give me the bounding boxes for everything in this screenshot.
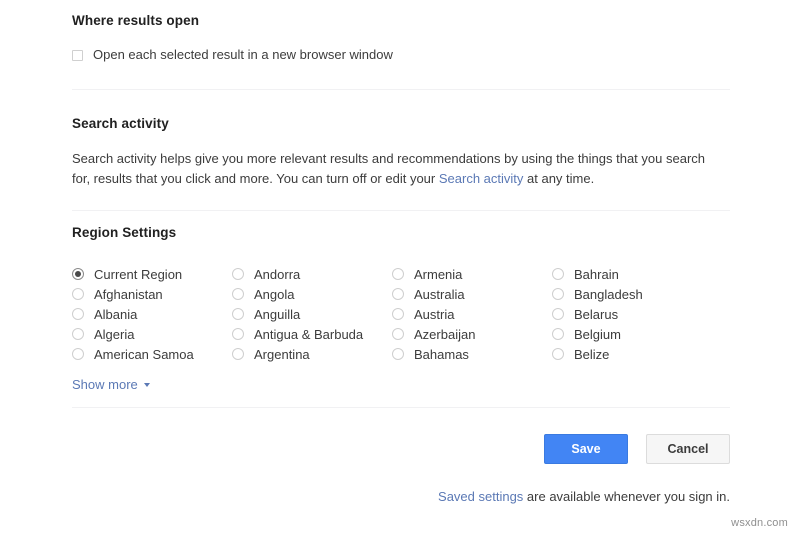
region-option-row[interactable]: Armenia (392, 264, 552, 284)
region-option-label: Bahamas (414, 347, 469, 362)
region-column-2: Andorra Angola Anguilla Antigua & Barbud… (232, 264, 392, 364)
region-option-label: Angola (254, 287, 294, 302)
region-option-label: Azerbaijan (414, 327, 475, 342)
saved-settings-link[interactable]: Saved settings (438, 489, 523, 504)
region-column-3: Armenia Australia Austria Azerbaijan Bah… (392, 264, 552, 364)
show-more-label: Show more (72, 377, 138, 392)
region-column-1: Current Region Afghanistan Albania Alger… (72, 264, 232, 364)
region-radio[interactable] (72, 308, 84, 320)
region-radio[interactable] (72, 288, 84, 300)
region-radio[interactable] (392, 288, 404, 300)
cancel-button[interactable]: Cancel (646, 434, 730, 464)
section-title-region-settings: Region Settings (72, 225, 730, 240)
region-radio[interactable] (552, 268, 564, 280)
region-option-label: Belize (574, 347, 609, 362)
region-option-row[interactable]: Afghanistan (72, 284, 232, 304)
region-option-row[interactable]: American Samoa (72, 344, 232, 364)
region-radio[interactable] (72, 328, 84, 340)
region-radio[interactable] (552, 308, 564, 320)
region-option-label: Albania (94, 307, 137, 322)
region-option-row[interactable]: Anguilla (232, 304, 392, 324)
region-option-label: Antigua & Barbuda (254, 327, 363, 342)
region-radio[interactable] (392, 348, 404, 360)
region-option-label: Current Region (94, 267, 182, 282)
settings-page: Where results open Open each selected re… (0, 0, 800, 538)
region-option-row[interactable]: Belize (552, 344, 730, 364)
region-option-label: Andorra (254, 267, 300, 282)
region-column-4: Bahrain Bangladesh Belarus Belgium Beliz… (552, 264, 730, 364)
region-radio-dot (75, 271, 81, 277)
region-radio[interactable] (72, 268, 84, 280)
section-title-where-results-open: Where results open (72, 13, 730, 28)
region-option-row[interactable]: Current Region (72, 264, 232, 284)
region-options-grid: Current Region Afghanistan Albania Alger… (72, 264, 730, 364)
open-in-new-window-row[interactable]: Open each selected result in a new brows… (72, 47, 730, 63)
region-option-row[interactable]: Antigua & Barbuda (232, 324, 392, 344)
region-radio[interactable] (72, 348, 84, 360)
open-in-new-window-label: Open each selected result in a new brows… (93, 47, 393, 63)
region-option-row[interactable]: Bangladesh (552, 284, 730, 304)
region-option-row[interactable]: Azerbaijan (392, 324, 552, 344)
region-option-row[interactable]: Austria (392, 304, 552, 324)
region-option-label: Afghanistan (94, 287, 163, 302)
region-option-label: Armenia (414, 267, 462, 282)
open-in-new-window-checkbox[interactable] (72, 50, 83, 61)
search-activity-link[interactable]: Search activity (439, 171, 524, 186)
search-activity-text-part1: Search activity helps give you more rele… (72, 151, 705, 186)
region-option-row[interactable]: Argentina (232, 344, 392, 364)
region-option-label: Belarus (574, 307, 618, 322)
region-radio[interactable] (392, 308, 404, 320)
watermark: wsxdn.com (731, 517, 788, 529)
region-option-row[interactable]: Bahamas (392, 344, 552, 364)
region-radio[interactable] (552, 328, 564, 340)
region-option-row[interactable]: Algeria (72, 324, 232, 344)
region-option-row[interactable]: Angola (232, 284, 392, 304)
show-more-button[interactable]: Show more (72, 377, 150, 392)
region-option-label: Argentina (254, 347, 310, 362)
region-option-label: Austria (414, 307, 454, 322)
region-radio[interactable] (232, 308, 244, 320)
region-radio[interactable] (552, 348, 564, 360)
region-radio[interactable] (232, 348, 244, 360)
search-activity-text-part2: at any time. (523, 171, 594, 186)
region-radio[interactable] (232, 268, 244, 280)
region-option-row[interactable]: Belgium (552, 324, 730, 344)
region-radio[interactable] (232, 288, 244, 300)
saved-settings-rest-text: are available whenever you sign in. (523, 489, 730, 504)
search-activity-description: Search activity helps give you more rele… (72, 149, 712, 189)
action-button-row: Save Cancel (72, 434, 730, 464)
region-option-label: Belgium (574, 327, 621, 342)
region-option-label: Bangladesh (574, 287, 643, 302)
region-option-label: Algeria (94, 327, 134, 342)
region-option-label: American Samoa (94, 347, 194, 362)
region-option-label: Australia (414, 287, 465, 302)
chevron-down-icon (144, 383, 150, 387)
region-option-row[interactable]: Australia (392, 284, 552, 304)
region-radio[interactable] (392, 328, 404, 340)
section-title-search-activity: Search activity (72, 116, 730, 131)
region-option-row[interactable]: Andorra (232, 264, 392, 284)
region-radio[interactable] (552, 288, 564, 300)
region-option-label: Bahrain (574, 267, 619, 282)
settings-content: Where results open Open each selected re… (72, 0, 730, 504)
region-radio[interactable] (232, 328, 244, 340)
saved-settings-note: Saved settings are available whenever yo… (72, 489, 730, 504)
region-option-row[interactable]: Albania (72, 304, 232, 324)
region-radio[interactable] (392, 268, 404, 280)
save-button[interactable]: Save (544, 434, 628, 464)
region-option-row[interactable]: Belarus (552, 304, 730, 324)
region-option-row[interactable]: Bahrain (552, 264, 730, 284)
region-option-label: Anguilla (254, 307, 300, 322)
